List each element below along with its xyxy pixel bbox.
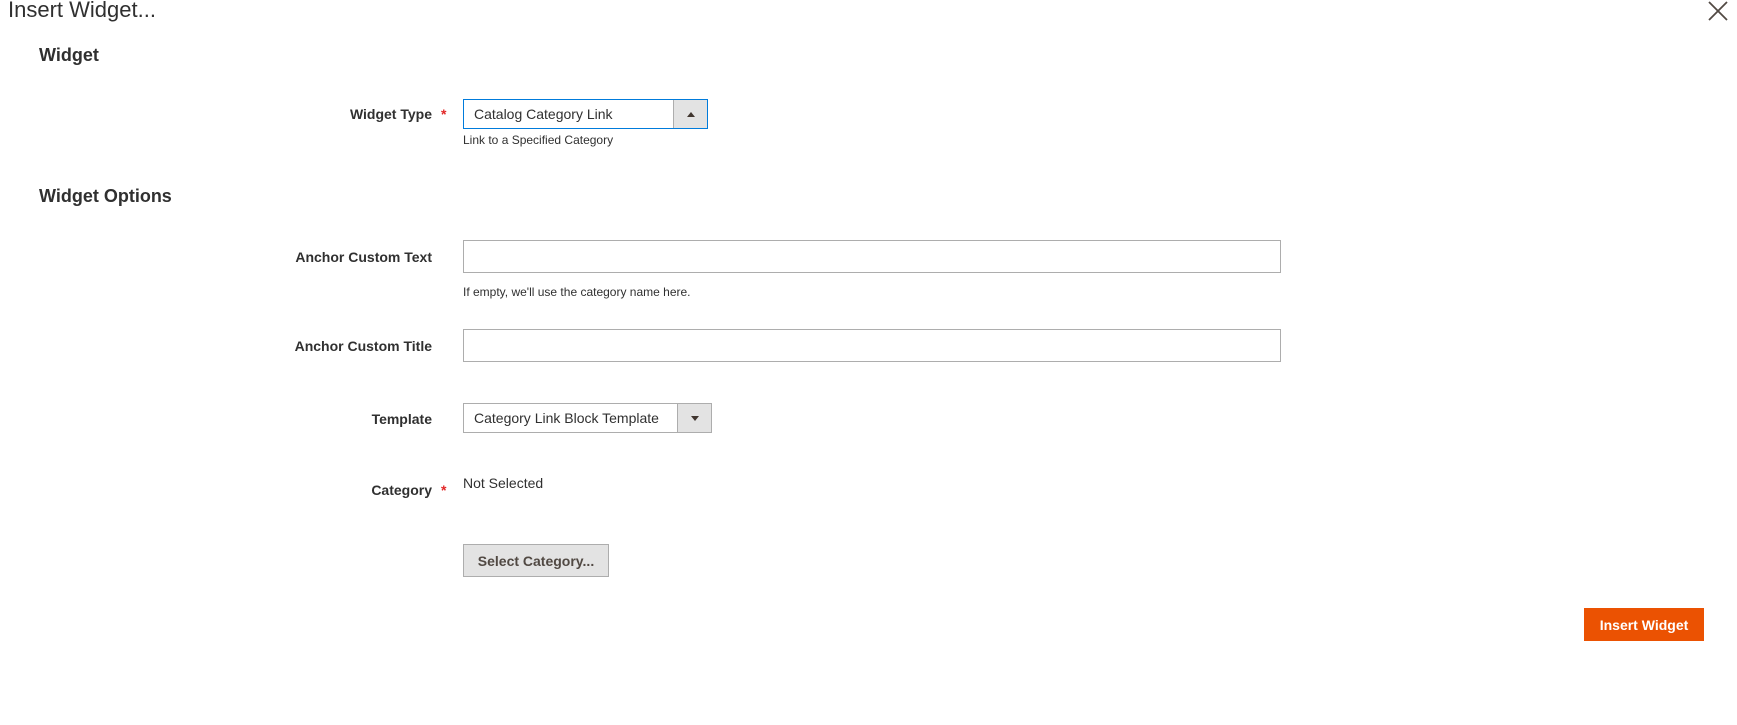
template-label: Template — [371, 411, 432, 427]
section-title-widget: Widget — [39, 45, 99, 65]
select-category-button[interactable]: Select Category... — [463, 544, 609, 577]
anchor-custom-text-label: Anchor Custom Text — [295, 249, 432, 265]
template-dropdown-toggle[interactable] — [677, 404, 711, 432]
template-selected-value: Category Link Block Template — [474, 410, 659, 426]
widget-type-dropdown-toggle[interactable] — [673, 100, 707, 128]
category-value: Not Selected — [463, 475, 544, 491]
section-title-widget-options: Widget Options — [39, 186, 172, 206]
anchor-custom-title-input[interactable] — [463, 329, 1281, 362]
close-button[interactable] — [1705, 0, 1731, 24]
anchor-custom-text-input[interactable] — [463, 240, 1281, 273]
anchor-custom-text-note: If empty, we'll use the category name he… — [463, 285, 691, 299]
required-marker: * — [441, 106, 447, 122]
close-icon[interactable] — [1705, 0, 1731, 24]
insert-widget-button[interactable]: Insert Widget — [1584, 608, 1704, 641]
template-select[interactable]: Category Link Block Template — [463, 403, 712, 433]
widget-type-selected-value: Catalog Category Link — [474, 106, 613, 122]
modal-title: Insert Widget... — [8, 0, 156, 22]
chevron-up-icon — [687, 112, 695, 117]
widget-type-select[interactable]: Catalog Category Link — [463, 99, 708, 129]
widget-type-label: Widget Type — [349, 106, 432, 122]
category-label: Category — [371, 482, 432, 498]
chevron-down-icon — [691, 416, 699, 421]
anchor-custom-title-label: Anchor Custom Title — [294, 338, 432, 354]
required-marker: * — [441, 482, 447, 498]
widget-type-note: Link to a Specified Category — [463, 133, 614, 147]
